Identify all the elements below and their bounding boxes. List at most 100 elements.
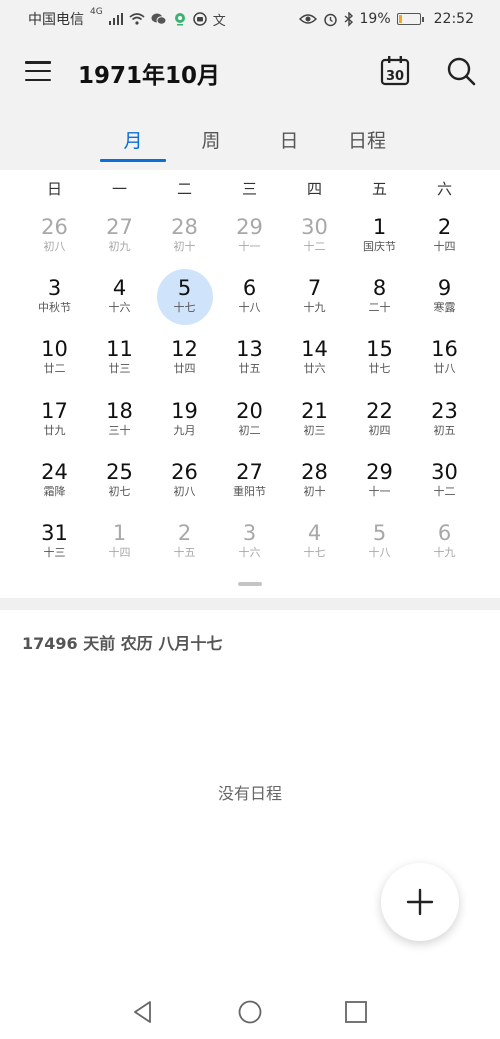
lunar-date: 初八: [173, 484, 196, 498]
day-cell[interactable]: 26 初八: [22, 210, 87, 271]
day-cell[interactable]: 19 九月: [152, 394, 217, 455]
day-cell[interactable]: 28 初十: [282, 455, 347, 516]
plus-icon: [406, 888, 434, 916]
lunar-date: 初十: [173, 240, 196, 253]
day-cell[interactable]: 18 三十: [87, 394, 152, 455]
home-button[interactable]: [237, 999, 263, 1025]
add-event-button[interactable]: [381, 863, 459, 941]
text-icon: 文: [212, 13, 226, 29]
day-cell[interactable]: 31 十三: [22, 516, 87, 577]
search-icon: [447, 57, 476, 86]
menu-button[interactable]: [24, 57, 52, 85]
page-title: 1971年10月: [78, 63, 221, 89]
day-cell[interactable]: 15 廿七: [347, 332, 412, 393]
day-cell[interactable]: 2 十四: [412, 210, 477, 271]
tab-week[interactable]: 周: [178, 126, 244, 153]
lunar-date: 初二: [238, 423, 261, 437]
day-cell[interactable]: 1 国庆节: [347, 210, 412, 271]
signal-icon: [108, 13, 123, 25]
day-cell[interactable]: 9 寒露: [412, 271, 477, 332]
search-button[interactable]: [444, 54, 478, 88]
day-number: 6: [437, 520, 452, 545]
day-cell-selected[interactable]: 5 十七: [152, 269, 217, 332]
day-cell[interactable]: 17 廿九: [22, 394, 87, 455]
back-triangle-icon: [134, 1001, 151, 1023]
recents-button[interactable]: [343, 999, 369, 1025]
day-number: 30: [431, 459, 458, 484]
day-cell[interactable]: 29 十一: [217, 210, 282, 271]
lunar-date: 廿五: [238, 362, 261, 376]
day-number: 27: [236, 459, 263, 484]
day-cell[interactable]: 28 初十: [152, 210, 217, 271]
day-cell[interactable]: 1 十四: [87, 516, 152, 577]
app-bar: 1971年10月 30: [0, 38, 500, 104]
lunar-date: 廿七: [368, 362, 391, 376]
day-cell[interactable]: 4 十七: [282, 516, 347, 577]
tab-agenda[interactable]: 日程: [334, 126, 400, 153]
lunar-date: 国庆节: [363, 240, 396, 253]
battery-percent: 19%: [359, 11, 391, 27]
day-cell[interactable]: 6 十八: [217, 271, 282, 332]
day-cell[interactable]: 20 初二: [217, 394, 282, 455]
lunar-date: 廿四: [173, 362, 196, 376]
wechat-icon: [151, 13, 167, 25]
location-icon: [174, 13, 185, 26]
day-cell[interactable]: 2 十五: [152, 516, 217, 577]
day-cell[interactable]: 14 廿六: [282, 332, 347, 393]
day-cell[interactable]: 30 十二: [412, 455, 477, 516]
day-cell[interactable]: 4 十六: [87, 271, 152, 332]
day-number: 29: [366, 459, 393, 484]
day-cell[interactable]: 23 初五: [412, 394, 477, 455]
day-number: 25: [106, 459, 133, 484]
day-number: 4: [112, 276, 127, 301]
lunar-date: 十四: [433, 240, 456, 253]
month-calendar: 日 一 二 三 四 五 六 26 初八 27 初九 28 初十 29 十一 30 十二 1 国庆节 2 十…: [0, 170, 500, 598]
day-number: 26: [41, 215, 68, 239]
day-cell[interactable]: 24 霜降: [22, 455, 87, 516]
day-cell[interactable]: 30 十二: [282, 210, 347, 271]
day-cell[interactable]: 27 重阳节: [217, 455, 282, 516]
day-number: 2: [177, 520, 192, 545]
lunar-date: 初八: [43, 240, 66, 253]
day-cell[interactable]: 6 十九: [412, 516, 477, 577]
day-cell[interactable]: 13 廿五: [217, 332, 282, 393]
battery-icon: [396, 13, 424, 25]
day-cell[interactable]: 5 十八: [347, 516, 412, 577]
lunar-date: 廿三: [108, 362, 131, 376]
day-cell[interactable]: 25 初七: [87, 455, 152, 516]
day-cell[interactable]: 8 二十: [347, 271, 412, 332]
day-cell[interactable]: 11 廿三: [87, 332, 152, 393]
lunar-date: 霜降: [43, 484, 66, 498]
day-number: 28: [301, 459, 328, 484]
weekday-label: 三: [241, 180, 257, 198]
day-cell[interactable]: 22 初四: [347, 394, 412, 455]
day-number: 5: [177, 276, 192, 301]
day-cell[interactable]: 26 初八: [152, 455, 217, 516]
lunar-date: 廿九: [43, 423, 66, 437]
day-cell[interactable]: 21 初三: [282, 394, 347, 455]
back-button[interactable]: [130, 999, 156, 1025]
day-cell[interactable]: 7 十九: [282, 271, 347, 332]
lunar-date: 十一: [368, 484, 391, 498]
day-cell[interactable]: 29 十一: [347, 455, 412, 516]
lunar-date: 十六: [108, 301, 131, 315]
day-number: 18: [106, 398, 133, 423]
tab-day[interactable]: 日: [256, 126, 322, 153]
day-cell[interactable]: 12 廿四: [152, 332, 217, 393]
day-cell[interactable]: 3 十六: [217, 516, 282, 577]
day-cell[interactable]: 27 初九: [87, 210, 152, 271]
day-number: 17: [41, 398, 68, 423]
day-cell[interactable]: 3 中秋节: [22, 271, 87, 332]
today-button[interactable]: 30: [378, 54, 412, 88]
day-cell[interactable]: 10 廿二: [22, 332, 87, 393]
drag-handle[interactable]: [238, 582, 262, 586]
weekday-label: 二: [176, 180, 192, 198]
lunar-date: 十五: [173, 545, 196, 559]
lunar-date: 二十: [368, 301, 391, 315]
lunar-date: 廿八: [433, 362, 456, 376]
lunar-date: 初九: [108, 240, 131, 253]
section-divider: [0, 598, 500, 610]
tab-month[interactable]: 月: [100, 126, 166, 153]
carrier-label: 中国电信: [28, 12, 84, 28]
day-cell[interactable]: 16 廿八: [412, 332, 477, 393]
